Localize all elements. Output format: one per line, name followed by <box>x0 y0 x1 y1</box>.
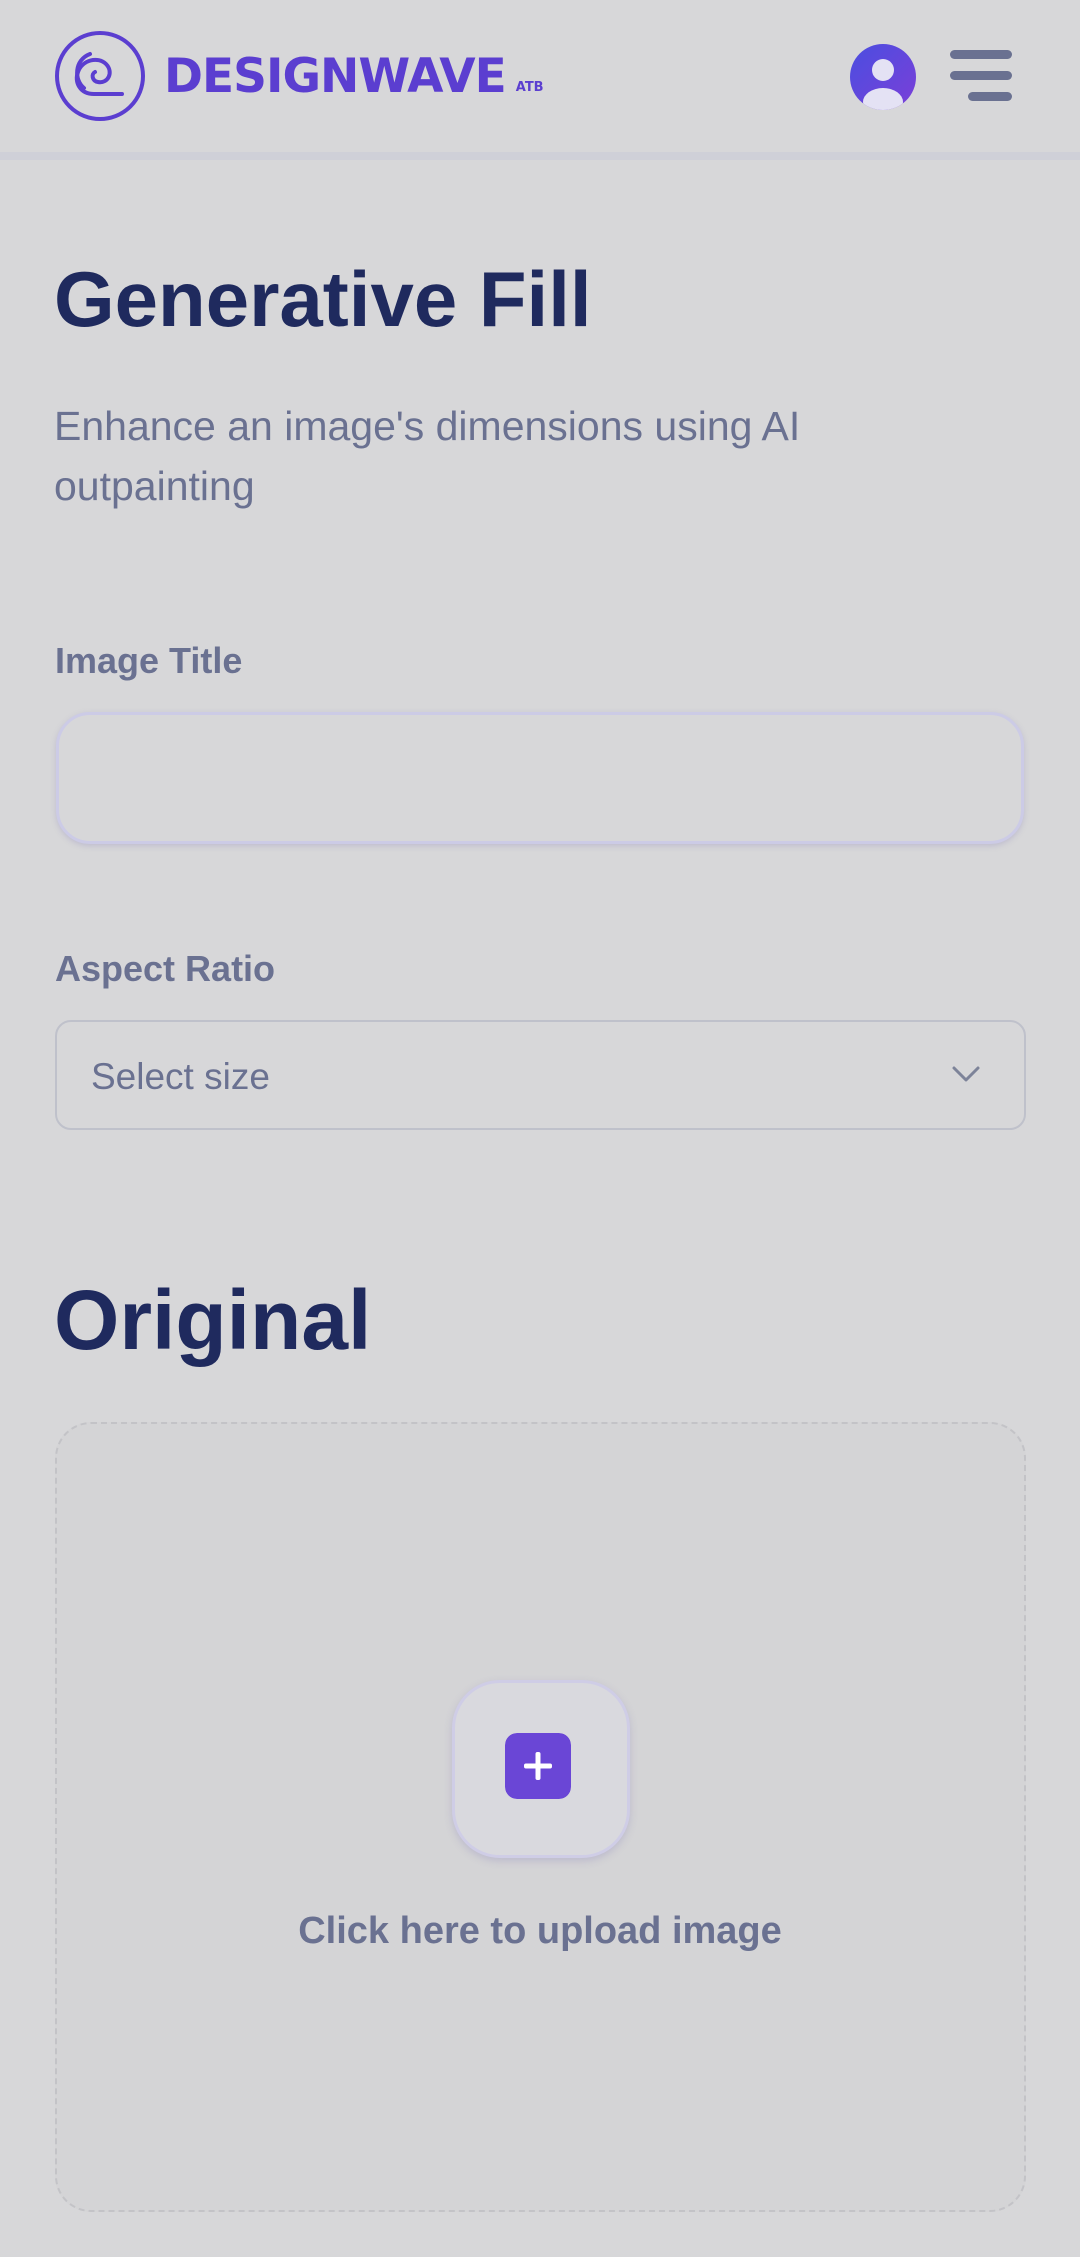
upload-label[interactable]: Click here to upload image <box>0 1910 1080 1953</box>
image-title-label: Image Title <box>55 640 243 681</box>
page-title: Generative Fill <box>54 255 592 343</box>
brand-name: DESIGNWAVE <box>164 48 507 104</box>
top-app-bar: DESIGNWAVE ATB <box>0 0 1080 160</box>
user-avatar-icon[interactable] <box>850 44 916 110</box>
image-title-input[interactable] <box>56 712 1024 844</box>
hamburger-menu-icon[interactable] <box>948 46 1014 106</box>
aspect-ratio-selected-value: Select size <box>91 1056 270 1097</box>
original-section-title: Original <box>54 1273 372 1367</box>
aspect-ratio-label: Aspect Ratio <box>55 948 276 989</box>
chevron-down-icon <box>952 1066 980 1082</box>
aspect-ratio-select[interactable]: Select size <box>55 1020 1026 1130</box>
wave-logo-icon <box>55 31 145 121</box>
plus-icon <box>505 1733 571 1799</box>
brand-suffix: ATB <box>515 79 544 95</box>
brand-logo[interactable]: DESIGNWAVE ATB <box>54 30 544 122</box>
page-subtitle: Enhance an image's dimensions using AI o… <box>54 403 801 509</box>
